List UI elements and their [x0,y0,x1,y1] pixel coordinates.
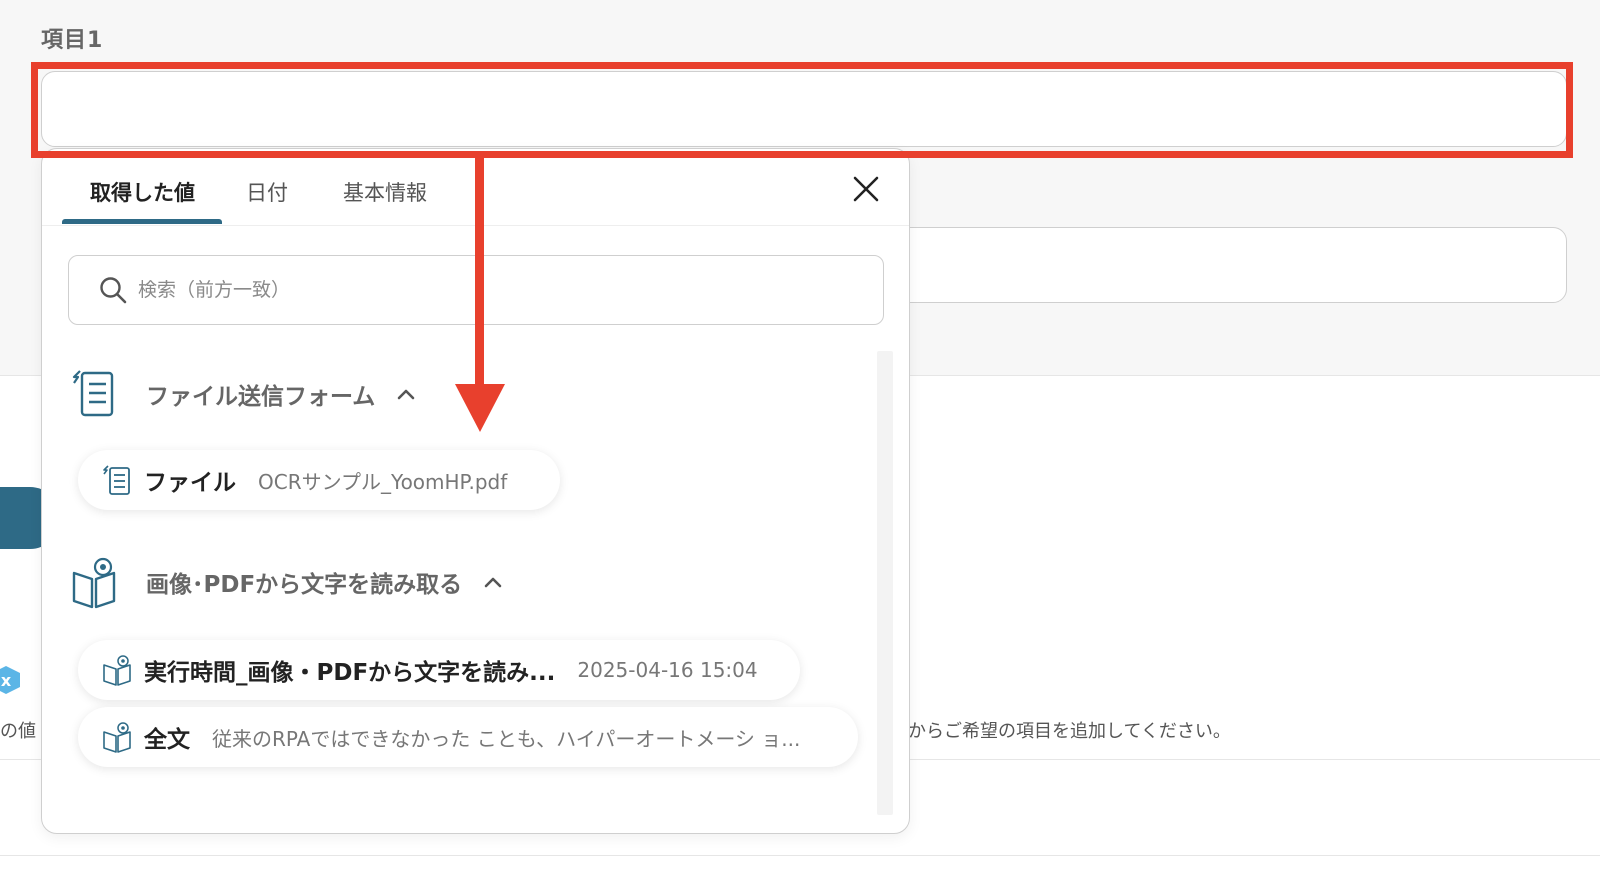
section-title: ファイル送信フォーム [146,384,376,410]
field-label: 項目1 [41,28,104,53]
section-header-file-form[interactable]: ファイル送信フォーム [70,367,417,421]
chevron-up-icon[interactable] [395,383,417,405]
item-title: ファイル [144,470,236,496]
item2-input[interactable] [870,227,1567,303]
ocr-book-icon [103,722,131,753]
form-icon [72,370,114,417]
search-input[interactable] [136,269,883,311]
list-item-full-text[interactable]: 全文 従来のRPAではできなかった ことも、ハイパーオートメーシ ョ... [78,707,858,767]
item-title: 実行時間_画像・PDFから文字を読み... [144,660,556,686]
helper-text: からご希望の項目を追加してください。 [908,721,1231,742]
highlight-annotation [31,62,1573,158]
active-tab-indicator [62,219,222,224]
item-value: 2025-04-16 15:04 [577,658,758,682]
background-text-fragment: の値 [0,721,36,742]
tab-date[interactable]: 日付 [246,177,288,207]
ocr-book-icon [103,655,131,686]
tab-acquired-values[interactable]: 取得した値 [90,177,195,207]
arrow-annotation [455,158,505,432]
section-title: 画像･PDFから文字を読み取る [146,572,463,598]
ocr-book-icon [72,557,116,609]
chevron-up-icon[interactable] [482,571,504,593]
list-item-execution-time[interactable]: 実行時間_画像・PDFから文字を読み... 2025-04-16 15:04 [78,640,800,700]
item-value: OCRサンプル_YoomHP.pdf [258,469,508,494]
form-icon [103,465,130,495]
item-value: 従来のRPAではできなかった ことも、ハイパーオートメーシ ョ... [212,726,801,751]
item-title: 全文 [144,727,190,753]
search-icon [100,277,127,304]
close-icon[interactable] [850,173,882,205]
tab-basic-info[interactable]: 基本情報 [343,177,427,207]
badge-icon: x [0,666,20,694]
list-item-file[interactable]: ファイル OCRサンプル_YoomHP.pdf [78,450,560,510]
section-header-ocr[interactable]: 画像･PDFから文字を読み取る [70,555,504,609]
divider [0,855,1600,856]
scrollbar[interactable] [877,351,893,815]
